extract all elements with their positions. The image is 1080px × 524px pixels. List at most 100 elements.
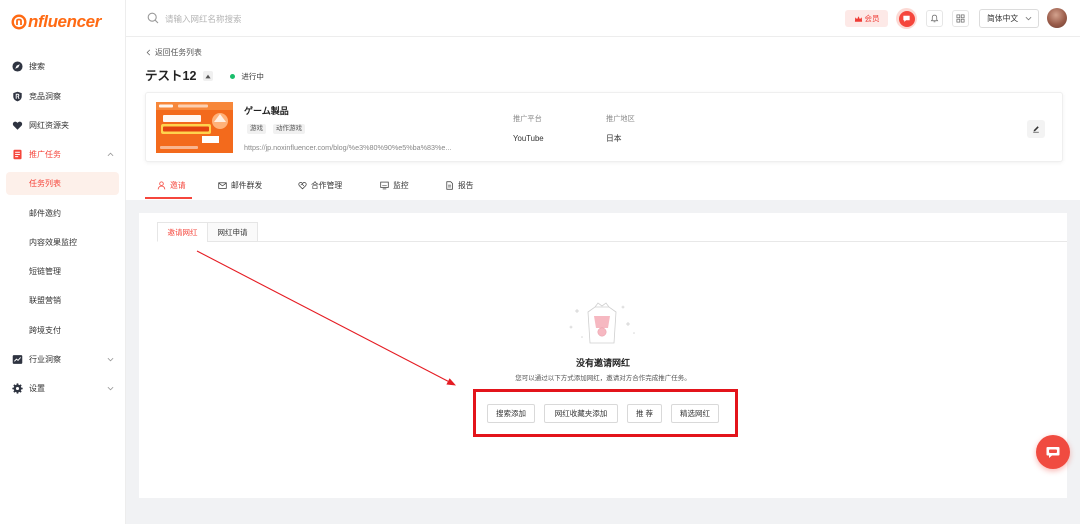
sidebar-item-label: 推广任务	[29, 150, 61, 159]
person-icon	[157, 180, 166, 189]
platform-label: 推广平台	[513, 114, 542, 123]
sidebar-item-label: 短链管理	[29, 267, 61, 276]
tab-label: 邀请	[170, 180, 186, 190]
sidebar-item-task-list[interactable]: 任务列表	[6, 172, 119, 195]
chevron-down-icon	[107, 357, 114, 362]
tab-cooperation[interactable]: 合作管理	[298, 174, 342, 196]
logo[interactable]: nfluencer	[11, 10, 101, 34]
sidebar-item-label: 任务列表	[29, 179, 61, 188]
logo-swirl-icon	[11, 14, 27, 30]
sidebar-item-label: 网红资源夹	[29, 121, 69, 130]
sidebar-item-industry-insight[interactable]: 行业洞察	[6, 348, 119, 371]
product-tags: 游戏 动作游戏	[247, 124, 305, 134]
grid-icon	[956, 14, 965, 23]
chat-icon	[898, 10, 915, 27]
avatar[interactable]	[1047, 8, 1067, 28]
crown-icon	[854, 15, 862, 22]
pencil-icon	[1033, 126, 1039, 133]
language-label: 简体中文	[987, 14, 1019, 23]
product-card: ゲーム製品 游戏 动作游戏 https://jp.noxinfluencer.c…	[145, 92, 1063, 162]
vip-badge[interactable]: 会员	[845, 10, 888, 27]
sidebar-item-competitor-insight[interactable]: 竞品洞察	[6, 85, 119, 108]
page-title: テスト12	[145, 69, 197, 83]
gear-icon	[12, 383, 23, 394]
chevron-down-icon	[107, 386, 114, 391]
notifications-button[interactable]	[926, 10, 943, 27]
sidebar-item-affiliate[interactable]: 联盟营销	[6, 289, 119, 312]
sidebar-item-label: 竞品洞察	[29, 92, 61, 101]
tab-label: 报告	[458, 180, 474, 190]
search-add-button[interactable]: 搜索添加	[487, 404, 535, 423]
search-input[interactable]	[165, 10, 465, 27]
empty-state-title: 没有邀请网红	[575, 358, 630, 368]
mail-icon	[218, 181, 227, 189]
sidebar-item-label: 内容效果监控	[29, 238, 77, 247]
vip-label: 会员	[864, 14, 880, 23]
chevron-down-icon	[1025, 16, 1032, 21]
sidebar-item-settings[interactable]: 设置	[6, 377, 119, 400]
chart-icon	[12, 355, 23, 364]
tab-mass-email[interactable]: 邮件群发	[218, 174, 262, 196]
sidebar-item-content-monitor[interactable]: 内容效果监控	[6, 231, 119, 254]
back-to-task-list[interactable]: 返回任务列表	[145, 47, 202, 58]
sidebar-item-label: 联盟营销	[29, 296, 61, 305]
support-chat-button[interactable]	[1036, 435, 1070, 469]
empty-state-description: 您可以通过以下方式添加网红，邀请对方合作完成推广任务。	[515, 375, 691, 382]
main-content: 返回任务列表 テスト12 进行中 ゲーム製品 游戏 动作游戏 https://j…	[126, 37, 1080, 524]
featured-influencers-button[interactable]: 精选网红	[671, 404, 719, 423]
platform-value: YouTube	[513, 134, 544, 143]
chat-bubble-icon	[1046, 447, 1060, 458]
status-label: 进行中	[241, 71, 264, 81]
shield-icon	[13, 91, 22, 102]
region-label: 推广地区	[606, 114, 635, 123]
task-title-row: テスト12 进行中	[145, 68, 264, 84]
sidebar-item-label: 跨境支付	[29, 326, 61, 335]
tab-label: 监控	[393, 180, 409, 190]
task-icon	[13, 149, 22, 160]
sidebar-item-email-invite[interactable]: 邮件邀约	[6, 202, 119, 225]
report-icon	[446, 180, 453, 190]
subtabs-divider	[157, 241, 1067, 242]
sidebar-item-promotion-tasks[interactable]: 推广任务	[6, 143, 119, 166]
tab-report[interactable]: 报告	[445, 174, 474, 196]
messages-button[interactable]	[896, 8, 917, 29]
region-value: 日本	[606, 134, 622, 143]
status-badge: 进行中	[230, 71, 264, 82]
subtab-influencer-applications[interactable]: 网红申请	[207, 222, 258, 242]
recommend-button[interactable]: 推 荐	[627, 404, 662, 423]
active-tab-indicator	[145, 197, 192, 199]
tab-label: 邮件群发	[231, 180, 263, 190]
add-from-favorites-button[interactable]: 网红收藏夹添加	[544, 404, 618, 423]
apps-button[interactable]	[952, 10, 969, 27]
sidebar-item-short-links[interactable]: 短链管理	[6, 260, 119, 283]
tab-monitor[interactable]: 监控	[380, 174, 409, 196]
chevron-up-icon	[107, 152, 114, 157]
sidebar-item-search[interactable]: 搜索	[6, 55, 119, 78]
edit-task-button[interactable]	[1027, 120, 1045, 138]
back-label: 返回任务列表	[155, 48, 202, 57]
sidebar-item-influencer-folder[interactable]: 网红资源夹	[6, 114, 119, 137]
subtab-label: 邀请网红	[167, 227, 198, 237]
language-select[interactable]: 简体中文	[979, 9, 1039, 28]
product-url[interactable]: https://jp.noxinfluencer.com/blog/%e3%80…	[244, 143, 492, 153]
product-thumbnail[interactable]	[156, 102, 233, 153]
empty-state-actions: 搜索添加 网红收藏夹添加 推 荐 精选网红	[139, 404, 1067, 423]
empty-state-illustration	[569, 302, 635, 344]
subtab-invite-influencers[interactable]: 邀请网红	[157, 222, 208, 242]
search-icon[interactable]	[147, 12, 159, 24]
invite-panel: 邀请网红 网红申请 没有邀请网红 您可以通过以下方式添加网红，邀请对方合作完成推…	[139, 213, 1067, 498]
monitor-icon	[380, 181, 389, 189]
product-name: ゲーム製品	[244, 106, 289, 116]
sidebar-item-label: 行业洞察	[29, 355, 61, 364]
sidebar-item-label: 设置	[29, 384, 45, 393]
subtab-label: 网红申请	[217, 227, 248, 237]
tag: 游戏	[247, 124, 266, 134]
tab-label: 合作管理	[311, 180, 343, 190]
sidebar: nfluencer 搜索 竞品洞察 网红资源夹 推广任务 任务列表 邮件邀约 内…	[0, 0, 126, 524]
top-header: 会员 简体中文	[126, 0, 1080, 37]
sidebar-item-label: 邮件邀约	[29, 209, 61, 218]
status-dot	[230, 73, 236, 79]
task-switch-toggle[interactable]	[203, 71, 214, 81]
tab-invite[interactable]: 邀请	[157, 174, 186, 196]
sidebar-item-payment[interactable]: 跨境支付	[6, 319, 119, 342]
